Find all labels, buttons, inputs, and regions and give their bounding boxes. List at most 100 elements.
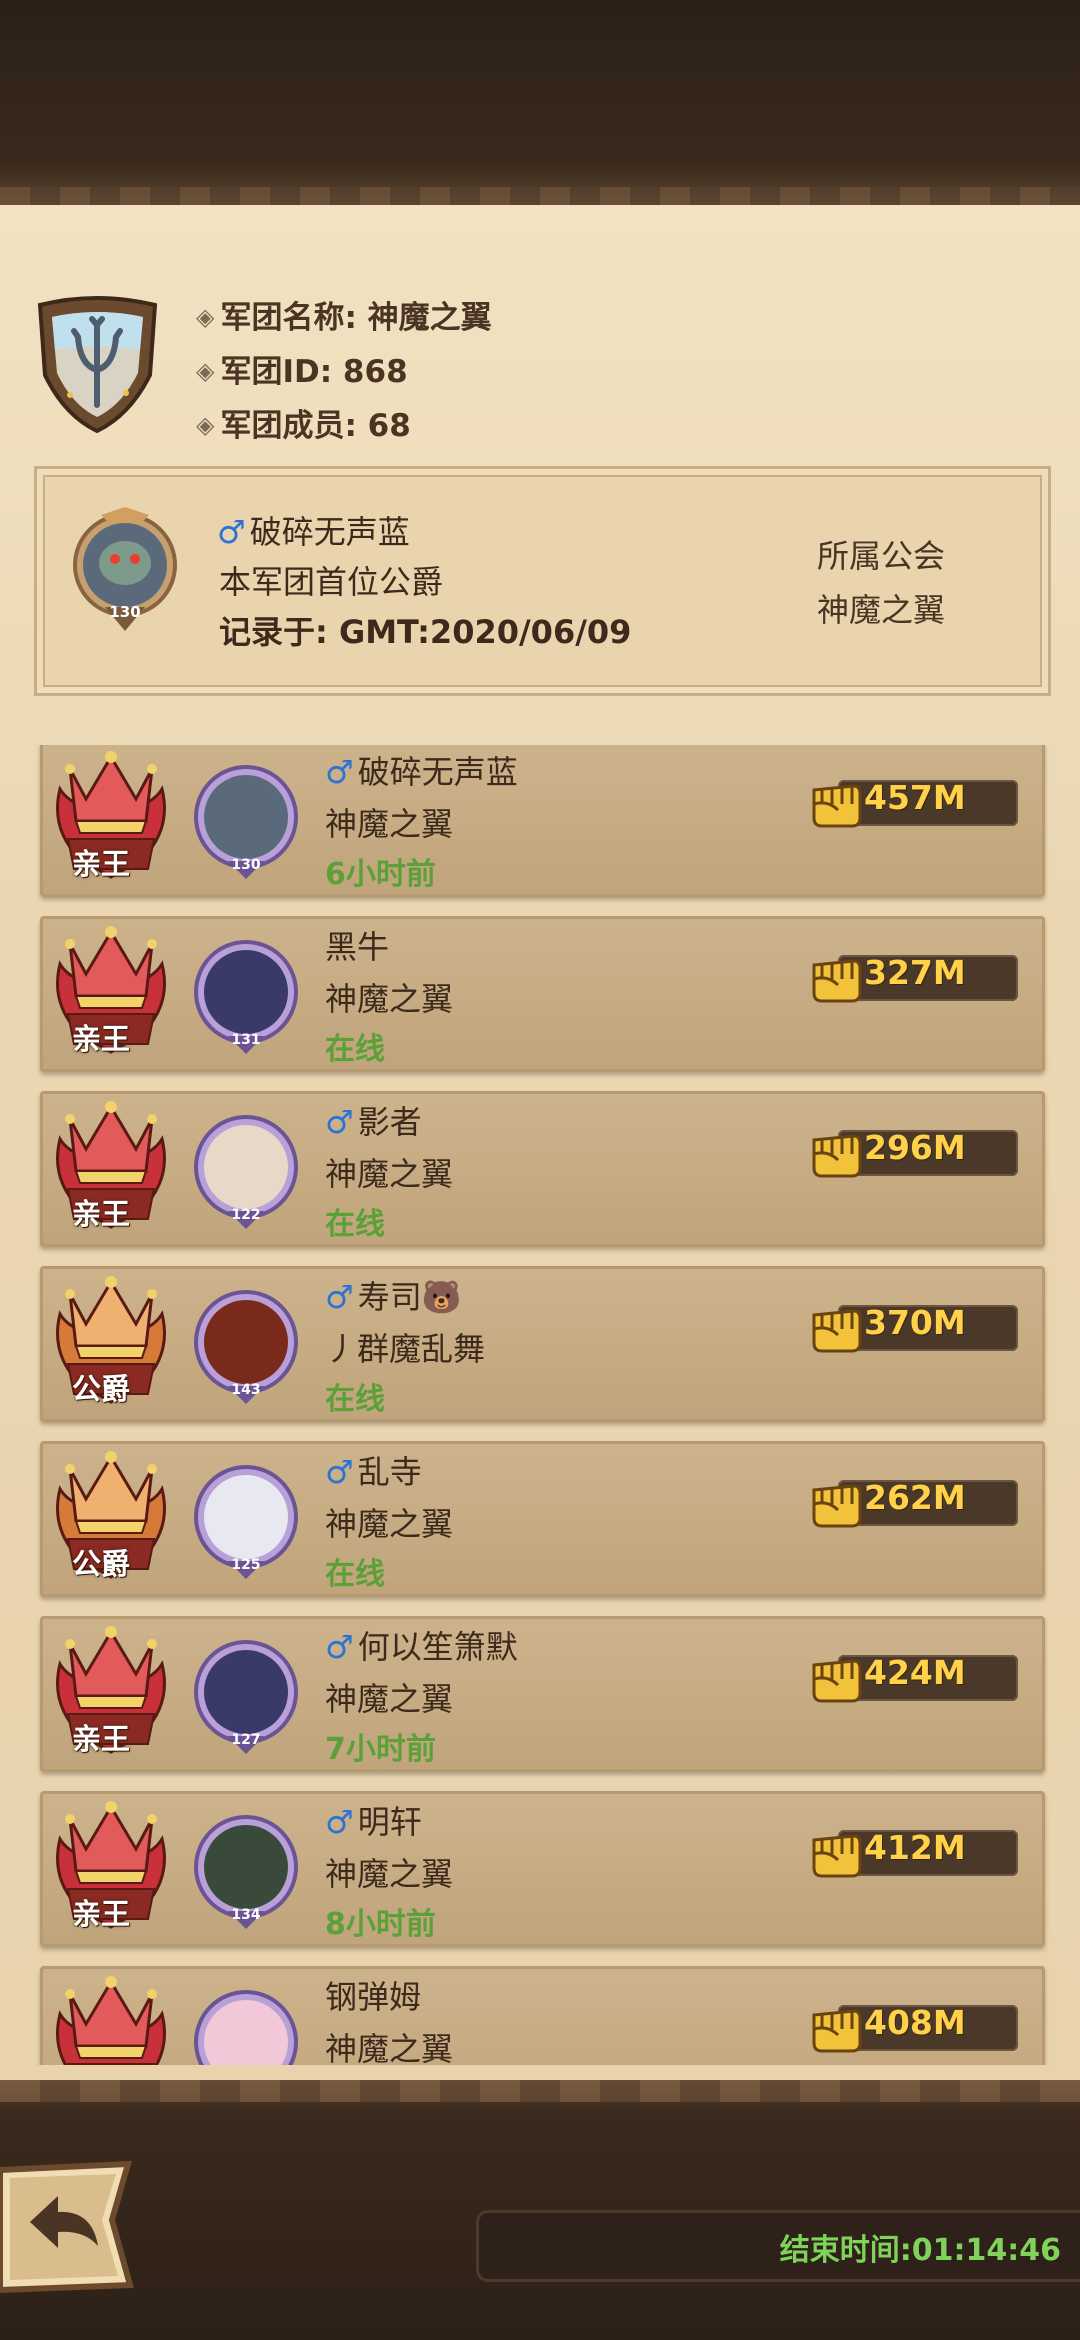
legion-emblem-icon — [37, 296, 158, 434]
male-icon: ♂ — [325, 1278, 354, 1316]
founder-avatar[interactable]: 130 — [71, 507, 179, 637]
member-name-line: ♂ 影者 — [325, 1097, 422, 1143]
power-value: 327M — [864, 953, 966, 992]
member-name-line: 黑牛 — [325, 922, 389, 968]
member-row[interactable]: 亲王 130 ♂ 破碎无声蓝神魔之翼 6小时前 457M — [40, 745, 1045, 897]
founder-name-line: ♂ 破碎无声蓝 — [217, 507, 410, 553]
legion-members-line: ◈ 军团成员: 68 — [196, 400, 411, 445]
member-row[interactable]: 亲王 131 黑牛 神魔之翼 在线 327M — [40, 916, 1045, 1072]
member-avatar[interactable]: 130 — [192, 761, 300, 879]
member-name-line: ♂ 破碎无声蓝 — [325, 747, 518, 793]
fist-power-icon — [812, 1134, 862, 1178]
member-row[interactable]: 亲王 127 ♂ 何以笙箫默 神魔之翼 7小时前 424M — [40, 1616, 1045, 1772]
fist-power-icon — [812, 1659, 862, 1703]
member-row[interactable]: 亲王130钢弹姆神魔之翼408M — [40, 1966, 1045, 2065]
member-name: 寿司🐻 — [357, 1278, 462, 1316]
power-display: 408M — [808, 1999, 1018, 2053]
timer-box: 结束时间:01:14:46 — [476, 2210, 1080, 2282]
member-avatar[interactable]: 130 — [192, 1986, 300, 2065]
legion-id: 军团ID: 868 — [220, 354, 408, 390]
power-value: 457M — [864, 778, 966, 817]
rank-badge-icon — [56, 1976, 166, 2065]
member-avatar[interactable]: 131 — [192, 936, 300, 1054]
member-avatar[interactable]: 134 — [192, 1811, 300, 1929]
fist-power-icon — [812, 1484, 862, 1528]
member-guild: 丿群魔乱舞 — [325, 1330, 486, 1368]
rank-label: 公爵 — [71, 1547, 130, 1581]
member-avatar[interactable]: 122 — [192, 1111, 300, 1229]
power-display: 424M — [808, 1649, 1018, 1703]
member-guild: 神魔之翼 — [325, 1505, 454, 1543]
member-name: 破碎无声蓝 — [357, 753, 518, 791]
rank-label: 公爵 — [71, 1372, 130, 1406]
member-name: 影者 — [357, 1103, 422, 1141]
member-avatar[interactable]: 127 — [192, 1636, 300, 1754]
member-guild: 神魔之翼 — [325, 1855, 454, 1893]
member-name-line: 钢弹姆 — [325, 1972, 421, 2018]
rank-label: 亲王 — [71, 1197, 130, 1231]
power-value: 262M — [864, 1478, 966, 1517]
member-name: 黑牛 — [325, 928, 390, 966]
member-name-line: ♂ 寿司🐻 — [325, 1272, 462, 1318]
avatar-level: 143 — [231, 1382, 260, 1398]
member-name: 明轩 — [357, 1803, 422, 1841]
member-status: 7小时前 — [325, 1732, 436, 1767]
member-status: 8小时前 — [325, 1907, 436, 1942]
fist-power-icon — [812, 959, 862, 1003]
back-button[interactable] — [0, 2160, 135, 2295]
member-row[interactable]: 亲王 134 ♂ 明轩神魔之翼 8小时前 412M — [40, 1791, 1045, 1947]
diamond-bullet-icon: ◈ — [196, 411, 215, 439]
member-list[interactable]: 亲王 130 ♂ 破碎无声蓝 神魔之翼 6小时前 457M 亲王 131 黑牛 神魔之翼 在线 327M… — [0, 745, 1080, 2065]
member-guild: 神魔之翼 — [325, 1155, 454, 1193]
member-status: 在线 — [325, 1382, 385, 1417]
founder-record-date: 记录于: GMT:2020/06/09 — [219, 613, 632, 651]
fist-power-icon — [812, 2009, 862, 2053]
founder-avatar-level: 130 — [109, 603, 140, 621]
member-status: 在线 — [325, 1557, 385, 1592]
member-name-line: ♂ 明轩 — [325, 1797, 422, 1843]
member-guild: 神魔之翼 — [325, 805, 454, 843]
rank-label: 亲王 — [71, 1022, 130, 1056]
power-display: 262M — [808, 1474, 1018, 1528]
member-row[interactable]: 公爵 125 ♂ 乱寺神魔之翼在线 262M — [40, 1441, 1045, 1597]
power-display: 327M — [808, 949, 1018, 1003]
rank-label: 亲王 — [71, 1722, 130, 1756]
diamond-bullet-icon: ◈ — [196, 357, 215, 385]
member-status: 在线 — [325, 1207, 385, 1242]
fist-power-icon — [812, 1834, 862, 1878]
male-icon: ♂ — [325, 1453, 354, 1491]
rank-label: 亲王 — [71, 847, 130, 881]
member-name: 钢弹姆 — [325, 1978, 422, 2016]
male-icon: ♂ — [325, 753, 354, 791]
member-status: 6小时前 — [325, 857, 436, 892]
rank-label: 亲王 — [71, 1897, 130, 1931]
member-guild: 神魔之翼 — [325, 980, 454, 1018]
member-name: 何以笙箫默 — [357, 1628, 518, 1666]
power-value: 424M — [864, 1653, 966, 1692]
legion-name-line: ◈ 军团名称: 神魔之翼 — [196, 292, 492, 337]
guild-label: 所属公会 — [817, 537, 946, 575]
end-time: 结束时间:01:14:46 — [779, 2233, 1061, 2268]
avatar-level: 134 — [231, 1907, 260, 1923]
avatar-level: 125 — [231, 1557, 260, 1573]
avatar-level: 131 — [231, 1032, 260, 1048]
member-avatar[interactable]: 143 — [192, 1286, 300, 1404]
legion-name: 军团名称: 神魔之翼 — [220, 300, 492, 336]
power-display: 296M — [808, 1124, 1018, 1178]
power-display: 457M — [808, 774, 1018, 828]
top-banner — [0, 0, 1080, 205]
legion-id-line: ◈ 军团ID: 868 — [196, 346, 408, 391]
founder-title: 本军团首位公爵 — [219, 563, 444, 601]
power-value: 296M — [864, 1128, 966, 1167]
member-name: 乱寺 — [357, 1453, 422, 1491]
power-value: 408M — [864, 2003, 966, 2042]
male-icon: ♂ — [325, 1803, 354, 1841]
member-row[interactable]: 亲王 122 ♂ 影者神魔之翼在线 296M — [40, 1091, 1045, 1247]
member-avatar[interactable]: 125 — [192, 1461, 300, 1579]
power-display: 370M — [808, 1299, 1018, 1353]
founder-card: 130 ♂ 破碎无声蓝 本军团首位公爵 记录于: GMT:2020/06/09 所… — [34, 466, 1051, 696]
fist-power-icon — [812, 1309, 862, 1353]
legion-members: 军团成员: 68 — [220, 408, 411, 444]
power-value: 412M — [864, 1828, 966, 1867]
member-row[interactable]: 公爵 143 ♂ 寿司🐻 丿群魔乱舞在线 370M — [40, 1266, 1045, 1422]
